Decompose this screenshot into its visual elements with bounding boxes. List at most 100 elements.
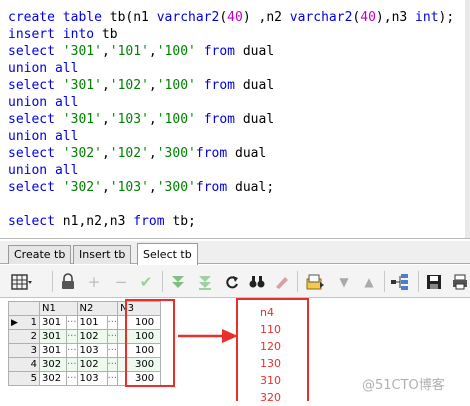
code-token: ,: [101, 78, 110, 93]
code-token: '101': [109, 44, 149, 59]
sql-code[interactable]: create table tb(n1 varchar2(40) ,n2 varc…: [8, 9, 454, 230]
current-row-marker-icon: ▶: [11, 317, 18, 328]
code-line[interactable]: select '301','101','100' from dual: [8, 43, 454, 60]
code-token: ,: [101, 180, 110, 195]
row-number[interactable]: 5: [8, 371, 40, 386]
toolbar-separator: [162, 271, 163, 292]
code-token: from: [195, 146, 236, 161]
cell-n1[interactable]: 301: [39, 329, 67, 344]
vertical-scrollbar[interactable]: [465, 0, 470, 238]
cell-editor-button[interactable]: ···: [66, 343, 78, 358]
cell-editor-button[interactable]: ···: [66, 371, 78, 386]
code-token: ;: [266, 180, 275, 195]
refresh-icon[interactable]: [224, 273, 240, 291]
n4-list: n4 110 120 130 310 320: [260, 304, 281, 406]
code-token: tb: [109, 10, 126, 25]
code-line[interactable]: insert into tb: [8, 26, 454, 43]
prev-icon[interactable]: ▲: [361, 273, 377, 291]
code-token: '100': [156, 78, 204, 93]
clear-icon[interactable]: [273, 273, 289, 291]
check-icon[interactable]: ✔: [138, 273, 154, 291]
tab-create-tb[interactable]: Create tb: [8, 245, 72, 264]
remove-icon[interactable]: −: [113, 273, 129, 291]
save-icon[interactable]: [426, 273, 442, 291]
code-token: select: [8, 214, 63, 229]
code-token: tb: [101, 27, 118, 42]
cell-n2[interactable]: 102: [76, 329, 108, 344]
cell-editor-button[interactable]: ···: [66, 329, 78, 344]
lock-icon[interactable]: [60, 273, 76, 291]
code-line[interactable]: select n1,n2,n3 from tb;: [8, 213, 454, 230]
sql-editor[interactable]: create table tb(n1 varchar2(40) ,n2 varc…: [0, 0, 470, 239]
cell-n1[interactable]: 302: [39, 357, 67, 372]
cell-n2[interactable]: 101: [76, 315, 108, 330]
code-token: ,: [148, 180, 157, 195]
code-line[interactable]: select '301','102','100' from dual: [8, 77, 454, 94]
row-number[interactable]: 3: [8, 343, 40, 358]
code-line[interactable]: create table tb(n1 varchar2(40) ,n2 varc…: [8, 9, 454, 26]
export-icon[interactable]: [305, 273, 325, 291]
code-token: '102': [109, 78, 149, 93]
code-line[interactable]: [8, 196, 454, 213]
code-token: ) ,: [242, 10, 267, 25]
row-number[interactable]: 4: [8, 357, 40, 372]
cell-n1[interactable]: 301: [39, 315, 67, 330]
cell-editor-button[interactable]: ···: [66, 357, 78, 372]
cell-editor-button[interactable]: ···: [106, 371, 119, 386]
code-token: select: [8, 44, 63, 59]
code-token: dual: [235, 180, 267, 195]
code-token: ,: [148, 112, 157, 127]
code-token: select: [8, 180, 63, 195]
n4-value: 320: [260, 391, 281, 404]
code-token: union all: [8, 95, 79, 110]
n4-value: 110: [260, 323, 281, 336]
code-token: ,: [101, 44, 110, 59]
code-line[interactable]: union all: [8, 60, 454, 77]
code-token: '103': [109, 112, 149, 127]
cell-editor-button[interactable]: ···: [106, 343, 119, 358]
tab-insert-tb[interactable]: Insert tb: [73, 245, 132, 264]
grid-icon[interactable]: [11, 273, 33, 291]
cell-n2[interactable]: 102: [76, 357, 108, 372]
row-number[interactable]: 2: [8, 329, 40, 344]
grid-toolbar: + − ✔ ▼ ▲: [0, 265, 470, 298]
code-line[interactable]: union all: [8, 128, 454, 145]
cell-editor-button[interactable]: ···: [106, 315, 119, 330]
code-line[interactable]: select '301','103','100' from dual: [8, 111, 454, 128]
cell-editor-button[interactable]: ···: [106, 357, 119, 372]
n3-column-highlight: [125, 299, 175, 387]
code-token: ,: [148, 78, 157, 93]
code-token: from: [133, 214, 173, 229]
code-token: ,: [148, 44, 157, 59]
grid-corner[interactable]: [8, 301, 40, 316]
code-line[interactable]: union all: [8, 94, 454, 111]
n4-value: 310: [260, 374, 281, 387]
code-token: 40: [227, 10, 243, 25]
cell-n1[interactable]: 301: [39, 343, 67, 358]
filter-clear-icon[interactable]: [197, 273, 213, 291]
code-token: '100': [156, 112, 204, 127]
code-token: varchar2: [156, 10, 220, 25]
code-token: '302': [62, 180, 102, 195]
print-icon[interactable]: [452, 273, 468, 291]
cell-editor-button[interactable]: ···: [106, 329, 119, 344]
code-token: union all: [8, 129, 79, 144]
code-token: dual: [242, 78, 275, 93]
next-icon[interactable]: ▼: [336, 273, 352, 291]
row-number[interactable]: ▶ 1: [8, 315, 40, 330]
column-header-n1[interactable]: N1: [39, 301, 78, 316]
tab-select-tb[interactable]: Select tb: [137, 243, 198, 265]
code-line[interactable]: select '302','102','300'from dual: [8, 145, 454, 162]
code-line[interactable]: union all: [8, 162, 454, 179]
cell-n2[interactable]: 103: [76, 343, 108, 358]
cell-editor-button[interactable]: ···: [66, 315, 78, 330]
cell-n1[interactable]: 302: [39, 371, 67, 386]
tree-icon[interactable]: [390, 273, 410, 291]
n4-result-highlight: n4 110 120 130 310 320: [236, 298, 309, 404]
column-header-n2[interactable]: N2: [76, 301, 119, 316]
code-line[interactable]: select '302','103','300'from dual;: [8, 179, 454, 196]
filter-down-icon[interactable]: [170, 273, 186, 291]
cell-n2[interactable]: 103: [76, 371, 108, 386]
add-icon[interactable]: +: [86, 273, 102, 291]
search-icon[interactable]: [249, 273, 265, 291]
